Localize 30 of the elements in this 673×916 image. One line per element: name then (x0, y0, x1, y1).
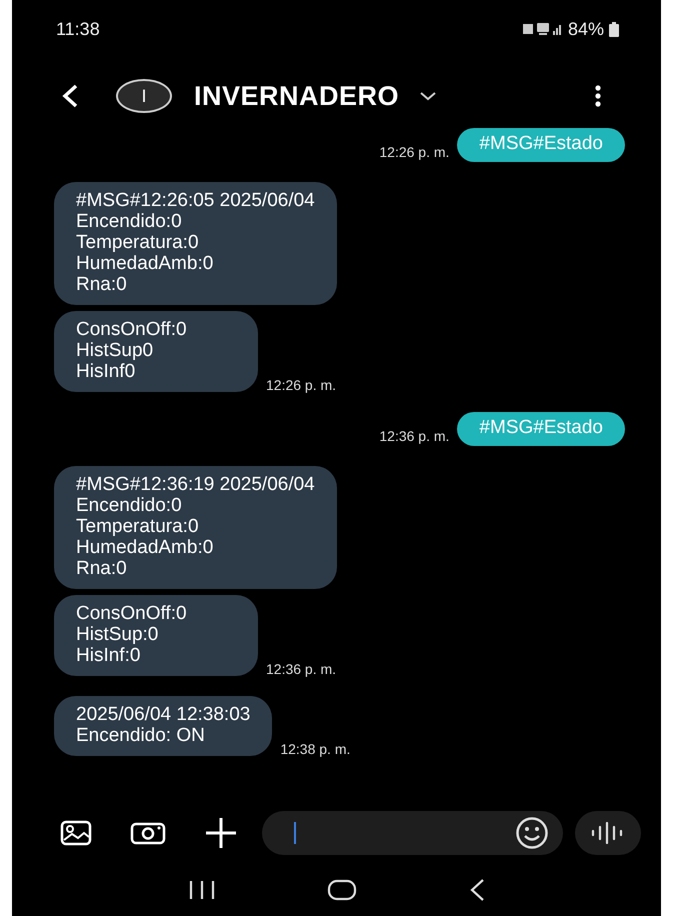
back-icon[interactable] (60, 84, 80, 108)
battery-level: 84% (568, 18, 604, 40)
chevron-down-icon[interactable] (419, 91, 438, 101)
emoji-icon[interactable] (515, 816, 549, 850)
message-time: 12:36 p. m. (266, 661, 336, 677)
back-icon[interactable] (468, 878, 486, 902)
sent-message: #MSG#Estado (457, 412, 625, 446)
more-icon[interactable] (595, 85, 601, 107)
message-time: 12:36 p. m. (379, 428, 450, 444)
battery-icon (609, 22, 619, 36)
contact-avatar[interactable]: I (116, 79, 172, 113)
gallery-icon[interactable] (60, 820, 92, 846)
received-message: #MSG#12:26:05 2025/06/04 Encendido:0 Temperatura:0 HumedadAmb:0 Rna:0 (54, 182, 337, 305)
waveform-icon (591, 822, 625, 844)
received-message: ConsOnOff:0 HistSup0 HisInf0 (54, 311, 258, 392)
received-message: #MSG#12:36:19 2025/06/04 Encendido:0 Temperatura:0 HumedadAmb:0 Rna:0 (54, 466, 337, 589)
message-time: 12:26 p. m. (266, 377, 336, 393)
contact-name[interactable]: INVERNADERO (194, 80, 400, 112)
message-input[interactable] (262, 811, 563, 855)
received-message: 2025/06/04 12:38:03 Encendido: ON (54, 696, 272, 756)
message-time: 12:38 p. m. (280, 741, 350, 757)
sent-message: #MSG#Estado (457, 128, 625, 162)
plus-icon[interactable] (204, 816, 238, 850)
message-time: 12:26 p. m. (379, 144, 450, 160)
status-time: 11:38 (56, 18, 100, 40)
recent-apps-icon[interactable] (188, 880, 216, 900)
camera-icon[interactable] (130, 821, 166, 845)
received-message: ConsOnOff:0 HistSup:0 HisInf:0 (54, 595, 258, 676)
voice-button[interactable] (575, 811, 641, 855)
home-icon[interactable] (326, 879, 356, 901)
